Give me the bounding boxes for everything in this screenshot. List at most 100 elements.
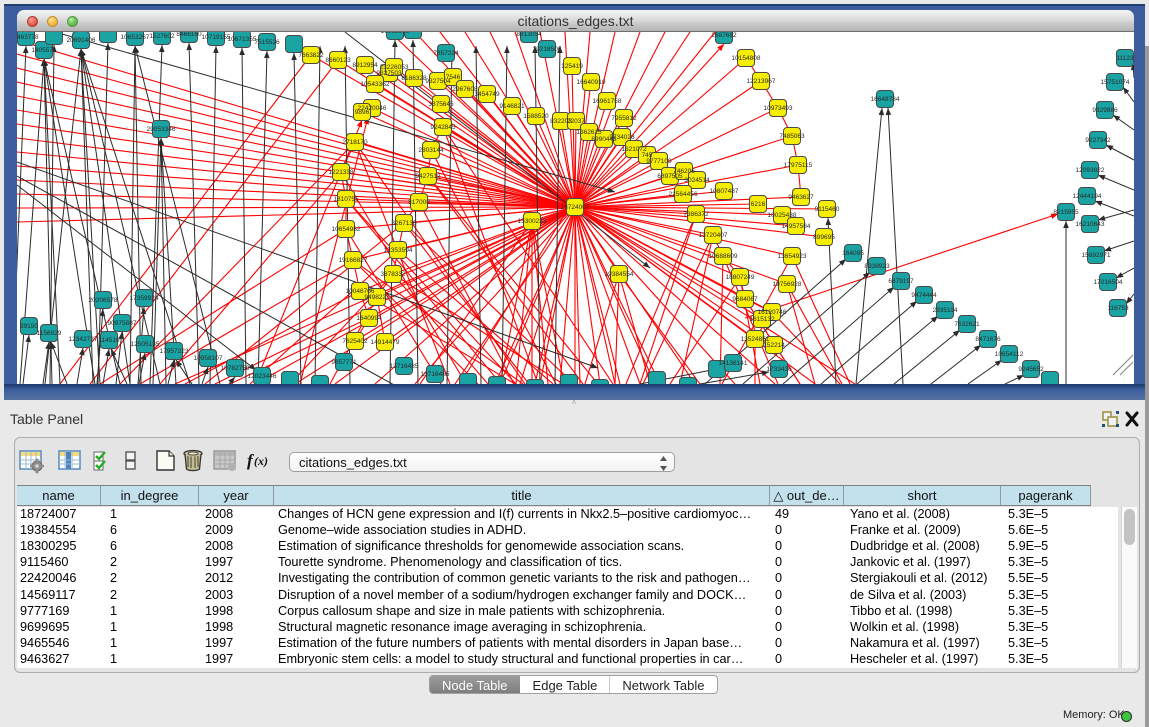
svg-text:9327503: 9327503 [376, 70, 402, 77]
svg-text:13720407: 13720407 [699, 232, 728, 239]
svg-text:7663822: 7663822 [298, 52, 324, 59]
svg-text:116753: 116753 [1107, 305, 1129, 312]
svg-text:9777109: 9777109 [646, 158, 672, 165]
svg-text:15692971: 15692971 [1082, 252, 1111, 259]
svg-text:19756928: 19756928 [773, 281, 802, 288]
svg-text:1615132: 1615132 [749, 316, 775, 323]
svg-text:12213967: 12213967 [747, 78, 776, 85]
svg-text:1640994: 1640994 [356, 315, 382, 322]
svg-text:10958107: 10958107 [194, 355, 223, 362]
svg-text:12023446: 12023446 [248, 373, 277, 380]
svg-text:9896: 9896 [355, 109, 370, 116]
svg-text:20206578: 20206578 [89, 297, 118, 304]
svg-text:9115460: 9115460 [815, 206, 840, 213]
svg-text:1527602: 1527602 [149, 33, 175, 40]
svg-text:14136141: 14136141 [719, 360, 748, 367]
svg-text:10671355: 10671355 [228, 36, 257, 43]
svg-text:10654982: 10654982 [332, 226, 361, 233]
svg-text:1221338: 1221338 [328, 169, 354, 176]
svg-text:14914479: 14914479 [371, 339, 400, 346]
svg-text:7515526: 7515526 [254, 39, 280, 46]
svg-text:20691406: 20691406 [67, 37, 96, 44]
svg-text:15751074: 15751074 [1101, 79, 1130, 86]
svg-text:2935114: 2935114 [933, 307, 958, 314]
svg-text:12444194: 12444194 [1073, 193, 1102, 200]
svg-text:3878332: 3878332 [380, 271, 406, 278]
svg-text:22037: 22037 [567, 118, 585, 125]
svg-text:14957584: 14957584 [782, 223, 811, 230]
svg-text:9474444: 9474444 [911, 292, 937, 299]
svg-text:3024514: 3024514 [684, 177, 710, 184]
svg-text:9657771: 9657771 [331, 359, 357, 366]
svg-text:18807249: 18807249 [726, 274, 755, 281]
svg-text:114519: 114519 [98, 337, 120, 344]
svg-text:12353594: 12353594 [384, 247, 413, 254]
svg-text:12093822: 12093822 [1076, 167, 1105, 174]
svg-text:29053346: 29053346 [147, 126, 176, 133]
svg-text:12505135: 12505135 [131, 341, 160, 348]
svg-text:13654923: 13654923 [778, 253, 807, 260]
svg-text:10807487: 10807487 [710, 188, 739, 195]
svg-text:12342737: 12342737 [69, 336, 98, 343]
svg-text:16053809: 16053809 [381, 32, 410, 35]
svg-text:17359924: 17359924 [130, 295, 159, 302]
svg-text:7857224: 7857224 [433, 50, 459, 57]
svg-text:9684067: 9684067 [732, 296, 758, 303]
svg-text:899695: 899695 [813, 234, 835, 241]
svg-text:10543362: 10543362 [361, 81, 390, 88]
svg-text:2687682: 2687682 [711, 32, 737, 39]
svg-text:10154808: 10154808 [732, 55, 761, 62]
svg-text:1463778: 1463778 [17, 34, 39, 41]
svg-text:9734028: 9734028 [609, 134, 635, 141]
svg-text:2803144: 2803144 [418, 147, 444, 154]
svg-text:8186328: 8186328 [401, 75, 427, 82]
svg-text:13716485: 13716485 [421, 371, 450, 378]
svg-text:1362615: 1362615 [576, 129, 602, 136]
svg-text:125419: 125419 [561, 63, 583, 70]
svg-text:8938923: 8938923 [864, 263, 890, 270]
svg-text:817008: 817008 [408, 199, 430, 206]
svg-text:16210643: 16210643 [1076, 221, 1105, 228]
svg-text:1733426: 1733426 [766, 366, 792, 373]
svg-text:10653267: 10653267 [121, 34, 150, 41]
svg-text:1810755: 1810755 [333, 196, 359, 203]
svg-text:10688609: 10688609 [709, 253, 738, 260]
svg-text:7632621: 7632621 [954, 321, 980, 328]
svg-text:9329986: 9329986 [1092, 107, 1118, 114]
svg-text:10782759: 10782759 [221, 365, 250, 372]
svg-text:8660123: 8660123 [325, 57, 351, 64]
svg-text:17957223: 17957223 [160, 348, 189, 355]
svg-text:16640910: 16640910 [577, 79, 606, 86]
svg-text:13716485: 13716485 [390, 363, 419, 370]
svg-text:7386372: 7386372 [683, 211, 709, 218]
svg-text:7955812: 7955812 [611, 115, 637, 122]
svg-text:10973493: 10973493 [764, 105, 793, 112]
svg-text:152214: 152214 [763, 342, 785, 349]
svg-text:6879197: 6879197 [888, 278, 914, 285]
svg-text:23226053: 23226053 [380, 64, 409, 71]
svg-text:3875645: 3875645 [428, 101, 454, 108]
svg-text:39150: 39150 [20, 323, 38, 330]
svg-text:3454749: 3454749 [474, 91, 500, 98]
svg-text:10719155: 10719155 [202, 34, 231, 41]
svg-text:7546: 7546 [446, 74, 461, 81]
svg-text:15300233: 15300233 [518, 218, 547, 225]
svg-text:3267130: 3267130 [391, 220, 417, 227]
svg-text:8471676: 8471676 [975, 336, 1001, 343]
svg-text:16120746: 16120746 [758, 309, 787, 316]
svg-text:19384554: 19384554 [605, 271, 634, 278]
svg-text:9498222: 9498222 [364, 294, 390, 301]
svg-text:16648784: 16648784 [871, 96, 900, 103]
svg-text:19218506: 19218506 [533, 46, 562, 53]
svg-text:9242845: 9242845 [430, 124, 456, 131]
svg-text:8466160: 8466160 [176, 32, 202, 38]
svg-text:9463627: 9463627 [788, 194, 814, 201]
svg-text:19166827: 19166827 [339, 257, 368, 264]
svg-text:9245652: 9245652 [1018, 366, 1044, 373]
svg-text:8215955: 8215955 [1053, 209, 1079, 216]
svg-text:90975887: 90975887 [108, 320, 137, 327]
svg-text:21564456: 21564456 [669, 191, 698, 198]
svg-text:11123: 11123 [1116, 55, 1133, 62]
svg-text:18724007: 18724007 [561, 204, 590, 211]
svg-text:10025438: 10025438 [768, 212, 797, 219]
